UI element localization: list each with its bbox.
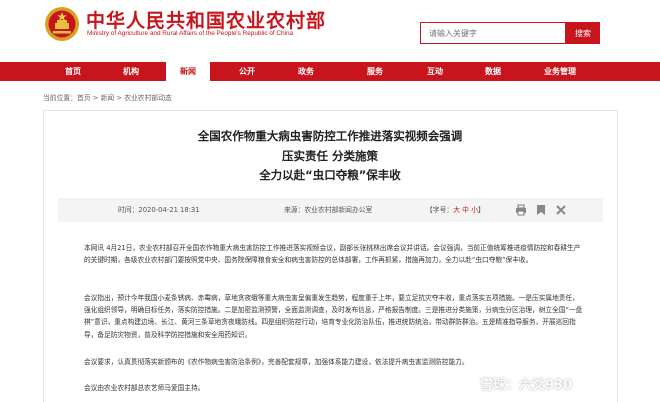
article-meta-bar: 时间：2020-04-21 18:31 来源：农业农村部新闻办公室 【字号：大 … bbox=[58, 198, 603, 222]
nav-item-public[interactable]: 公开 bbox=[224, 62, 270, 81]
article-paragraph-2: 会议指出，预计今年我国小麦条锈病、赤霉病，草地贪夜蛾等重大病虫害呈偏重发生趋势，… bbox=[84, 294, 583, 339]
nav-item-services[interactable]: 服务 bbox=[352, 62, 398, 81]
breadcrumb[interactable]: 当前位置：首页 > 新闻 > 农业农村部动态 bbox=[43, 92, 172, 102]
nav-item-government-affairs[interactable]: 政务 bbox=[283, 62, 329, 81]
close-icon[interactable] bbox=[555, 204, 567, 216]
font-size-controls: 【字号：大 中 小】 bbox=[426, 198, 485, 222]
nav-item-home[interactable]: 首页 bbox=[50, 62, 96, 81]
snowball-logo-icon bbox=[462, 375, 478, 391]
nav-item-organization[interactable]: 机构 bbox=[108, 62, 154, 81]
nav-item-interaction[interactable]: 互动 bbox=[412, 62, 458, 81]
article-title-line-2: 压实责任 分类施策 bbox=[281, 149, 378, 163]
article-title-line-3: 全力以赴“虫口夺粮”保丰收 bbox=[259, 168, 401, 182]
font-size-big[interactable]: 大 bbox=[453, 206, 460, 214]
site-subtitle: Ministry of Agriculture and Rural Affair… bbox=[87, 30, 294, 37]
font-size-medium[interactable]: 中 bbox=[462, 206, 469, 214]
article-title-line-1: 全国农作物重大病虫害防控工作推进落实视频会强调 bbox=[197, 129, 463, 143]
font-size-label-suffix: 】 bbox=[477, 206, 485, 214]
nav-item-news[interactable]: 新闻 bbox=[166, 62, 210, 81]
article-paragraph-1: 本网讯 4月21日，农业农村部召开全国农作物重大病虫害防控工作推进落实视频会议，… bbox=[84, 244, 581, 265]
print-icon[interactable] bbox=[515, 204, 527, 216]
site-header: 中华人民共和国农业农村部 Ministry of Agriculture and… bbox=[0, 0, 660, 62]
article-date: 时间：2020-04-21 18:31 bbox=[118, 206, 200, 214]
font-size-label-prefix: 【字号： bbox=[426, 206, 454, 214]
national-emblem-icon[interactable] bbox=[44, 6, 80, 42]
search-button[interactable]: 搜索 bbox=[566, 22, 600, 44]
nav-item-data[interactable]: 数据 bbox=[470, 62, 516, 81]
font-size-small[interactable]: 小 bbox=[471, 206, 478, 214]
article-source: 来源：农业农村部新闻办公室 bbox=[284, 206, 373, 214]
main-nav: 首页 机构 新闻 公开 政务 服务 互动 数据 业务管理 bbox=[0, 62, 660, 81]
nav-item-business-management[interactable]: 业务管理 bbox=[530, 62, 590, 81]
search-input[interactable] bbox=[420, 22, 566, 44]
site-title[interactable]: 中华人民共和国农业农村部 bbox=[86, 6, 326, 33]
article-paragraph-3: 会议要求，认真贯彻落实新颁布的《农作物病虫害防治条例》，完善配套规章，加强体系能… bbox=[84, 358, 469, 366]
bookmark-icon[interactable] bbox=[535, 204, 547, 216]
watermark-text: 雪球：六爻930 bbox=[480, 378, 573, 393]
